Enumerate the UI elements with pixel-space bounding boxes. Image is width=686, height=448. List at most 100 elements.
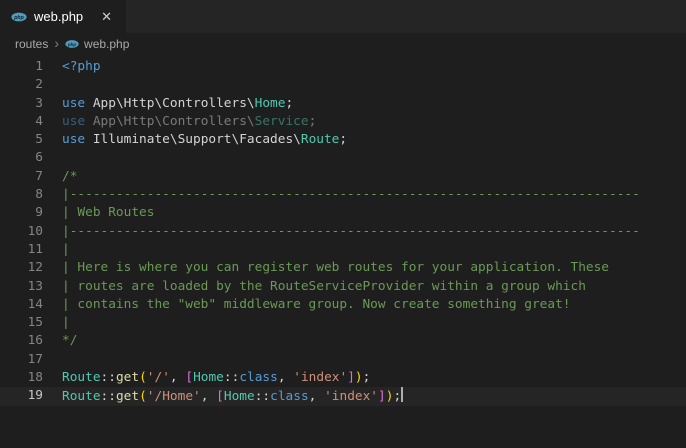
code-line[interactable]: 9 | Web Routes bbox=[0, 204, 686, 222]
code-token: use bbox=[62, 95, 86, 111]
code-token: Home bbox=[254, 95, 286, 111]
code-line[interactable]: 4 use App\Http\Controllers\Service; bbox=[0, 113, 686, 131]
code-token: Service bbox=[254, 113, 309, 129]
breadcrumb: routes › php web.php bbox=[0, 33, 686, 55]
breadcrumb-file[interactable]: web.php bbox=[84, 37, 129, 51]
code-line-content: Route::get('/Home', [Home::class, 'index… bbox=[43, 387, 404, 405]
code-line[interactable]: 17 bbox=[0, 351, 686, 369]
code-line[interactable]: 18 Route::get('/', [Home::class, 'index']… bbox=[0, 369, 686, 387]
line-number: 7 bbox=[35, 168, 43, 184]
code-line[interactable]: 15 | bbox=[0, 314, 686, 332]
code-line[interactable]: 1 <?php bbox=[0, 58, 686, 76]
code-line-content: use App\Http\Controllers\Service; bbox=[43, 113, 316, 131]
code-token: Home bbox=[193, 370, 224, 386]
line-number: 4 bbox=[35, 113, 43, 129]
code-token: /* bbox=[62, 168, 78, 184]
php-icon-label: php bbox=[67, 42, 77, 47]
php-file-icon: php bbox=[65, 37, 79, 51]
line-number: 5 bbox=[35, 132, 43, 148]
line-number: 18 bbox=[27, 370, 43, 386]
code-line-content bbox=[43, 76, 62, 94]
code-line[interactable]: 5 use Illuminate\Support\Facades\Route; bbox=[0, 131, 686, 149]
code-line-content: <?php bbox=[43, 58, 101, 76]
code-line-content: | Web Routes bbox=[43, 204, 154, 222]
code-token: |---------------------------------------… bbox=[62, 187, 640, 203]
code-line[interactable]: 12 | Here is where you can register web r… bbox=[0, 259, 686, 277]
code-token: '/' bbox=[146, 370, 170, 386]
breadcrumb-folder[interactable]: routes bbox=[15, 37, 48, 51]
code-line[interactable]: 14 | contains the "web" middleware group.… bbox=[0, 296, 686, 314]
code-token: [ bbox=[216, 389, 224, 405]
code-token: ( bbox=[139, 370, 147, 386]
code-token: ; bbox=[393, 389, 402, 405]
code-token: | bbox=[62, 241, 70, 257]
line-number: 10 bbox=[27, 223, 43, 239]
code-line-content: | Here is where you can register web rou… bbox=[43, 259, 609, 277]
code-token: [ bbox=[185, 370, 194, 386]
code-line-content: |---------------------------------------… bbox=[43, 223, 640, 241]
code-line[interactable]: 7 /* bbox=[0, 168, 686, 186]
code-token: , bbox=[169, 370, 186, 386]
code-line[interactable]: 6 bbox=[0, 149, 686, 167]
code-token: , bbox=[308, 389, 325, 405]
code-line-content: | bbox=[43, 314, 70, 332]
code-token: :: bbox=[100, 370, 116, 386]
code-line-content: | contains the "web" middleware group. N… bbox=[43, 296, 571, 314]
code-line[interactable]: 3 use App\Http\Controllers\Home; bbox=[0, 95, 686, 113]
code-token: | Here is where you can register web rou… bbox=[62, 260, 610, 276]
code-line-content: /* bbox=[43, 168, 77, 186]
code-token: ; bbox=[362, 370, 371, 386]
line-number: 2 bbox=[35, 77, 43, 93]
code-token: Illuminate\Support\Facades\ bbox=[85, 132, 301, 148]
line-number: 3 bbox=[35, 95, 43, 111]
code-token: 'index' bbox=[324, 389, 379, 405]
code-token: Route bbox=[62, 370, 101, 386]
code-line-content: | bbox=[43, 241, 70, 259]
tab-web-php[interactable]: php web.php ✕ bbox=[0, 0, 127, 33]
code-token: use bbox=[62, 113, 86, 129]
code-token: ; bbox=[339, 132, 348, 148]
code-line-content bbox=[43, 149, 62, 167]
code-token: , bbox=[200, 389, 217, 405]
code-token: |---------------------------------------… bbox=[62, 223, 640, 239]
code-token: <?php bbox=[62, 59, 101, 74]
code-token: '/Home' bbox=[146, 389, 201, 405]
php-file-icon: php bbox=[11, 9, 27, 25]
code-line-content: */ bbox=[43, 332, 77, 350]
code-token: ; bbox=[285, 95, 294, 111]
code-line[interactable]: 8 |--------------------------------------… bbox=[0, 186, 686, 204]
code-token: | Web Routes bbox=[62, 205, 155, 221]
line-number: 9 bbox=[35, 205, 43, 221]
line-number: 17 bbox=[27, 351, 43, 367]
code-token: */ bbox=[62, 333, 78, 349]
close-tab-icon[interactable]: ✕ bbox=[98, 8, 115, 26]
line-number: 8 bbox=[35, 187, 43, 203]
vscode-window: php web.php ✕ routes › php web.php 1 <?ph… bbox=[0, 0, 686, 448]
code-token: ( bbox=[139, 389, 147, 405]
code-token: Home bbox=[223, 389, 255, 405]
code-line[interactable]: 10 |-------------------------------------… bbox=[0, 223, 686, 241]
tab-label: web.php bbox=[34, 9, 84, 24]
code-line-content: use App\Http\Controllers\Home; bbox=[43, 95, 293, 113]
tab-bar: php web.php ✕ bbox=[0, 0, 686, 33]
code-token: ; bbox=[308, 113, 317, 129]
code-token: | routes are loaded by the RouteServiceP… bbox=[62, 278, 586, 294]
code-line-content: Route::get('/', [Home::class, 'index']); bbox=[43, 369, 370, 387]
code-line[interactable]: 16 */ bbox=[0, 332, 686, 350]
code-line[interactable]: 19 Route::get('/Home', [Home::class, 'ind… bbox=[0, 387, 686, 405]
code-line-content: | routes are loaded by the RouteServiceP… bbox=[43, 278, 586, 296]
php-icon-label: php bbox=[13, 15, 24, 21]
code-line[interactable]: 13 | routes are loaded by the RouteServic… bbox=[0, 278, 686, 296]
code-token: ] bbox=[347, 370, 355, 386]
code-token: class bbox=[270, 389, 309, 405]
text-cursor bbox=[401, 387, 404, 403]
code-token: :: bbox=[223, 370, 240, 386]
code-token: | contains the "web" middleware group. N… bbox=[62, 296, 571, 312]
line-number: 6 bbox=[35, 150, 43, 166]
line-number: 1 bbox=[35, 59, 43, 74]
code-token: use bbox=[62, 132, 86, 148]
code-token: :: bbox=[100, 389, 116, 405]
code-editor[interactable]: 1 <?php 2 3 use App\Http\Controllers\Home; 4 u… bbox=[0, 55, 686, 448]
code-line[interactable]: 11 | bbox=[0, 241, 686, 259]
code-line[interactable]: 2 bbox=[0, 76, 686, 94]
